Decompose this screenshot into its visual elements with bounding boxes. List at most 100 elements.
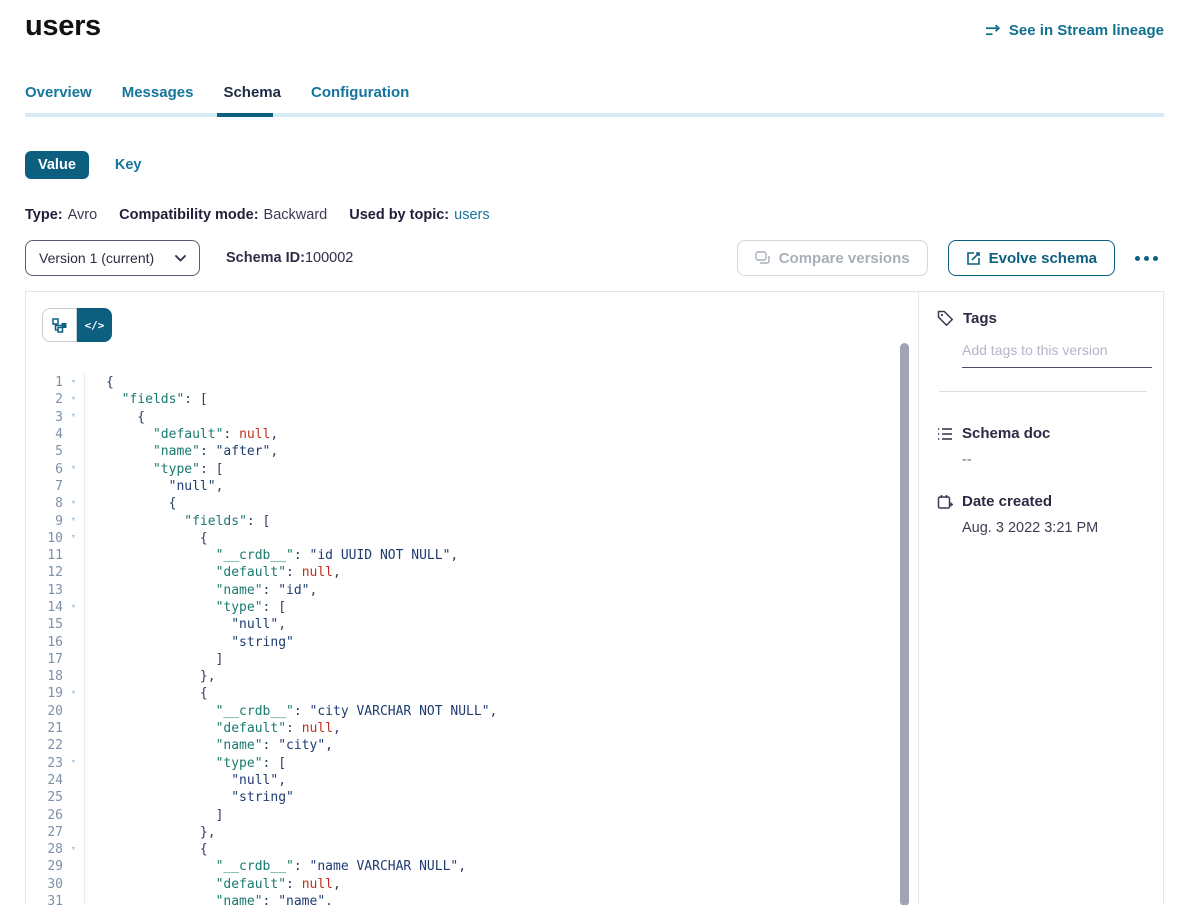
code-text: "null", bbox=[84, 616, 918, 633]
line-number: 19 bbox=[26, 686, 63, 701]
tab-configuration[interactable]: Configuration bbox=[311, 84, 409, 113]
code-line: 20 "__crdb__": "city VARCHAR NOT NULL", bbox=[26, 703, 918, 720]
code-line: 19▾ { bbox=[26, 685, 918, 702]
code-line: 7 "null", bbox=[26, 478, 918, 495]
key-toggle-button[interactable]: Key bbox=[115, 157, 142, 173]
details-sidebar: Tags Schema doc -- bbox=[919, 292, 1163, 905]
schema-id-label: Schema ID: bbox=[226, 250, 305, 266]
code-text: "type": [ bbox=[84, 599, 918, 616]
used-by-topic-label: Used by topic: bbox=[349, 207, 449, 223]
code-line: 5 "name": "after", bbox=[26, 443, 918, 460]
value-toggle-button[interactable]: Value bbox=[25, 151, 89, 179]
code-text: }, bbox=[84, 824, 918, 841]
see-in-stream-lineage-link[interactable]: See in Stream lineage bbox=[985, 22, 1164, 39]
tags-title: Tags bbox=[963, 310, 997, 327]
line-number: 22 bbox=[26, 738, 63, 753]
code-text: "name": "city", bbox=[84, 737, 918, 754]
type-label: Type: bbox=[25, 207, 63, 223]
more-options-icon bbox=[1153, 256, 1158, 261]
code-line: 16 "string" bbox=[26, 633, 918, 650]
code-line: 29 "__crdb__": "name VARCHAR NULL", bbox=[26, 858, 918, 875]
code-text: { bbox=[84, 685, 918, 702]
add-tags-input[interactable] bbox=[962, 342, 1152, 368]
code-text: "default": null, bbox=[84, 426, 918, 443]
tab-track bbox=[25, 113, 1164, 117]
schema-meta-row: Type:Avro Compatibility mode:Backward Us… bbox=[25, 207, 1164, 223]
line-number: 8 bbox=[26, 496, 63, 511]
code-text: "type": [ bbox=[84, 460, 918, 477]
line-number: 17 bbox=[26, 652, 63, 667]
compatibility-value: Backward bbox=[264, 207, 328, 223]
code-line: 17 ] bbox=[26, 651, 918, 668]
code-line: 28▾ { bbox=[26, 841, 918, 858]
tab-schema[interactable]: Schema bbox=[223, 84, 281, 113]
fold-toggle-icon[interactable]: ▾ bbox=[63, 844, 84, 854]
used-by-topic-meta: Used by topic: users bbox=[349, 207, 489, 223]
fold-toggle-icon[interactable]: ▾ bbox=[63, 602, 84, 612]
evolve-schema-button[interactable]: Evolve schema bbox=[948, 240, 1115, 276]
line-number: 29 bbox=[26, 859, 63, 874]
schema-panel: </> 1▾{2▾ "fields": [3▾ {4 "default": nu… bbox=[25, 291, 1164, 905]
code-line: 31 "name": "name", bbox=[26, 893, 918, 905]
compare-versions-icon bbox=[755, 251, 771, 265]
code-text: }, bbox=[84, 668, 918, 685]
code-line: 18 }, bbox=[26, 668, 918, 685]
line-number: 4 bbox=[26, 427, 63, 442]
fold-toggle-icon[interactable]: ▾ bbox=[63, 498, 84, 508]
more-options-icon bbox=[1144, 256, 1149, 261]
line-number: 24 bbox=[26, 773, 63, 788]
version-select[interactable]: Version 1 (current) bbox=[25, 240, 200, 276]
code-line: 30 "default": null, bbox=[26, 876, 918, 893]
code-line: 21 "default": null, bbox=[26, 720, 918, 737]
line-number: 18 bbox=[26, 669, 63, 684]
more-options-button[interactable] bbox=[1129, 250, 1164, 267]
code-line: 10▾ { bbox=[26, 530, 918, 547]
fold-toggle-icon[interactable]: ▾ bbox=[63, 532, 84, 542]
code-line: 27 }, bbox=[26, 824, 918, 841]
code-text: "fields": [ bbox=[84, 512, 918, 529]
tab-bar: Overview Messages Schema Configuration bbox=[25, 84, 1164, 113]
tab-active-indicator bbox=[217, 113, 273, 117]
compare-versions-button[interactable]: Compare versions bbox=[737, 240, 928, 276]
schema-doc-title: Schema doc bbox=[962, 425, 1050, 442]
fold-toggle-icon[interactable]: ▾ bbox=[63, 394, 84, 404]
line-number: 11 bbox=[26, 548, 63, 563]
code-line: 9▾ "fields": [ bbox=[26, 512, 918, 529]
fold-toggle-icon[interactable]: ▾ bbox=[63, 377, 84, 387]
line-number: 28 bbox=[26, 842, 63, 857]
code-text: { bbox=[84, 409, 918, 426]
line-number: 7 bbox=[26, 479, 63, 494]
line-number: 6 bbox=[26, 462, 63, 477]
date-created-value: Aug. 3 2022 3:21 PM bbox=[962, 520, 1163, 536]
fold-toggle-icon[interactable]: ▾ bbox=[63, 411, 84, 421]
code-text: "type": [ bbox=[84, 755, 918, 772]
fold-toggle-icon[interactable]: ▾ bbox=[63, 688, 84, 698]
version-select-value: Version 1 (current) bbox=[39, 250, 154, 266]
code-line: 24 "null", bbox=[26, 772, 918, 789]
tab-overview[interactable]: Overview bbox=[25, 84, 92, 113]
view-mode-toggle: </> bbox=[42, 308, 112, 342]
chevron-down-icon bbox=[175, 255, 186, 262]
line-number: 27 bbox=[26, 825, 63, 840]
code-line: 26 ] bbox=[26, 806, 918, 823]
line-number: 13 bbox=[26, 583, 63, 598]
used-by-topic-link[interactable]: users bbox=[454, 207, 489, 223]
code-view-icon: </> bbox=[85, 319, 105, 332]
code-view-button[interactable]: </> bbox=[77, 308, 112, 342]
code-text: "default": null, bbox=[84, 720, 918, 737]
fold-toggle-icon[interactable]: ▾ bbox=[63, 463, 84, 473]
tab-messages[interactable]: Messages bbox=[122, 84, 194, 113]
tag-icon bbox=[937, 310, 954, 327]
tree-view-button[interactable] bbox=[42, 308, 77, 342]
line-number: 15 bbox=[26, 617, 63, 632]
code-line: 2▾ "fields": [ bbox=[26, 391, 918, 408]
code-line: 23▾ "type": [ bbox=[26, 755, 918, 772]
schema-doc-header: Schema doc bbox=[937, 425, 1163, 442]
fold-toggle-icon[interactable]: ▾ bbox=[63, 757, 84, 767]
fold-toggle-icon[interactable]: ▾ bbox=[63, 515, 84, 525]
type-meta: Type:Avro bbox=[25, 207, 97, 223]
code-line: 1▾{ bbox=[26, 374, 918, 391]
line-number: 26 bbox=[26, 808, 63, 823]
vertical-scrollbar[interactable] bbox=[900, 343, 909, 905]
code-text: "null", bbox=[84, 772, 918, 789]
